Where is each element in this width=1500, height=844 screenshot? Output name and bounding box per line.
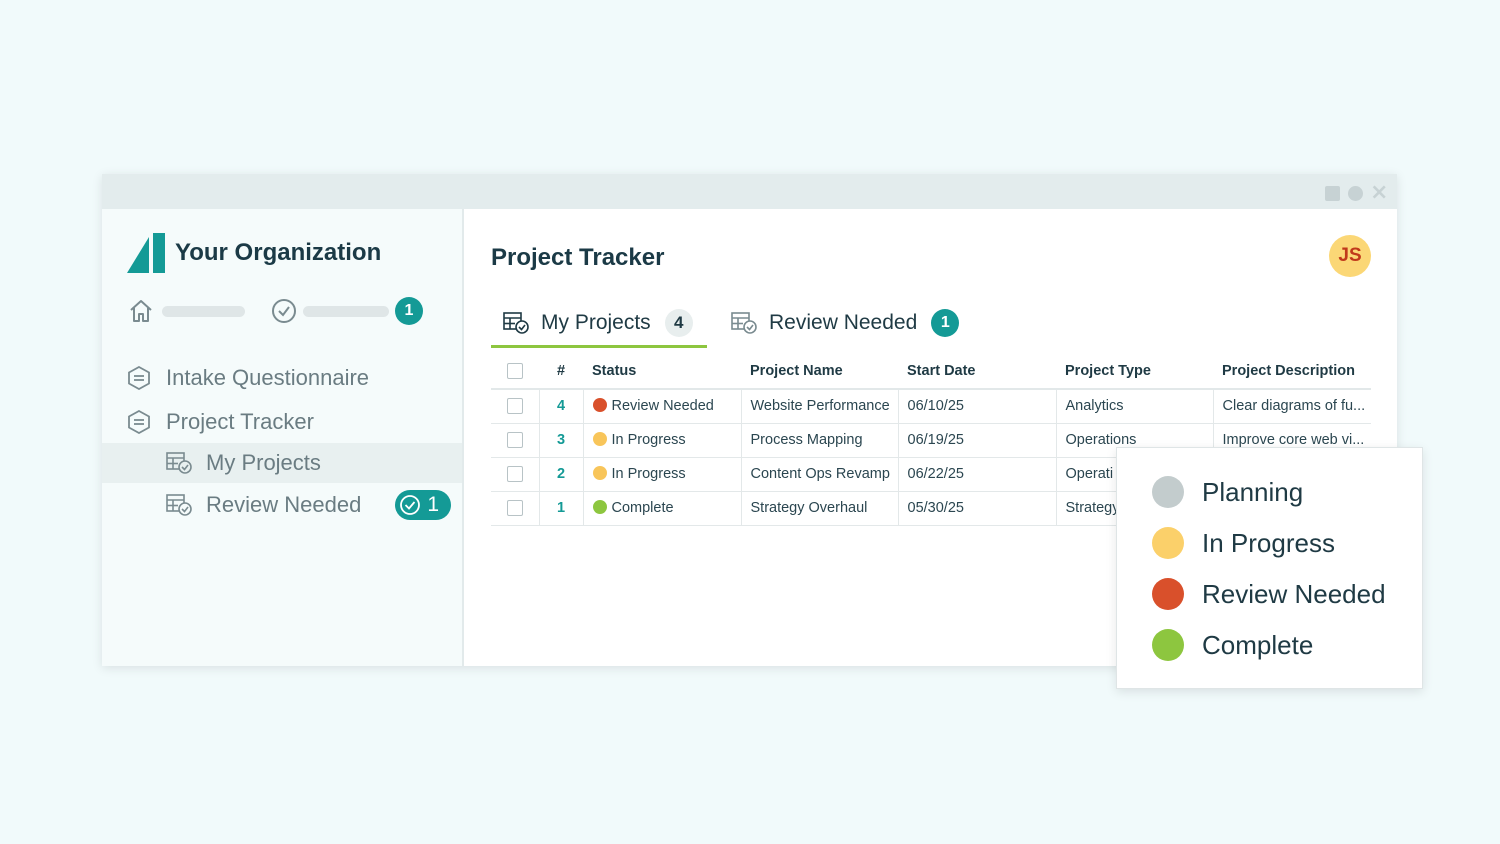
tab-bar: My Projects 4 Review Needed 1 (491, 299, 1371, 349)
select-all-checkbox[interactable] (507, 362, 523, 379)
form-icon (128, 410, 150, 434)
column-header-start-date[interactable]: Start Date (898, 353, 1056, 390)
start-date-cell: 06/22/25 (898, 457, 1057, 492)
legend-label: Review Needed (1202, 578, 1386, 609)
legend-item-review-needed: Review Needed (1152, 578, 1386, 610)
select-all-cell (491, 353, 539, 390)
table-row[interactable]: 4 Review Needed Website Performance 06/1… (491, 389, 1371, 424)
sidebar-item-intake-questionnaire[interactable]: Intake Questionnaire (102, 359, 462, 397)
home-icon[interactable] (128, 299, 154, 323)
check-circle-icon (400, 495, 421, 515)
notification-badge: 1 (395, 297, 423, 325)
row-number: 1 (539, 491, 584, 526)
tab-label: My Projects (541, 311, 651, 334)
legend-color-dot (1152, 629, 1184, 661)
sidebar-item-project-tracker[interactable]: Project Tracker (102, 403, 462, 441)
maximize-button[interactable] (1348, 186, 1363, 201)
project-name-cell: Content Ops Revamp (741, 457, 899, 492)
row-checkbox[interactable] (507, 500, 523, 517)
sidebar-item-my-projects[interactable]: My Projects (102, 443, 462, 483)
row-select-cell (491, 423, 540, 458)
start-date-cell: 06/10/25 (898, 389, 1057, 424)
sidebar-item-label: Project Tracker (166, 409, 314, 434)
project-name-cell: Website Performance (741, 389, 899, 424)
column-header-project-name[interactable]: Project Name (741, 353, 898, 390)
tab-label: Review Needed (769, 311, 918, 334)
table-check-icon (166, 494, 192, 516)
project-description-cell: Clear diagrams of fu... (1213, 389, 1371, 424)
title-bar: × (102, 174, 1397, 209)
status-cell: In Progress (583, 423, 742, 458)
review-needed-badge: 1 (395, 490, 451, 520)
project-name-cell: Process Mapping (741, 423, 899, 458)
table-header-row: # Status Project Name Start Date Project… (491, 353, 1371, 390)
organization-name: Your Organization (175, 239, 382, 266)
legend-label: In Progress (1202, 527, 1335, 558)
active-tab-indicator (491, 345, 707, 348)
start-date-cell: 05/30/25 (898, 491, 1057, 526)
sidebar-item-review-needed[interactable]: Review Needed 1 (102, 485, 462, 525)
row-select-cell (491, 457, 540, 492)
avatar[interactable]: JS (1329, 235, 1371, 277)
close-button[interactable]: × (1370, 182, 1388, 204)
table-check-icon (166, 452, 192, 474)
legend-label: Complete (1202, 629, 1314, 660)
status-legend: Planning In Progress Review Needed Compl… (1116, 447, 1423, 689)
row-select-cell (491, 389, 540, 424)
legend-color-dot (1152, 578, 1184, 610)
status-cell: Complete (583, 491, 742, 526)
status-dot (592, 398, 607, 413)
column-header-project-type[interactable]: Project Type (1056, 353, 1213, 390)
minimize-button[interactable] (1325, 186, 1340, 201)
tab-count-badge: 4 (664, 309, 693, 337)
status-text: In Progress (611, 432, 686, 448)
organization-header: Your Organization (127, 233, 381, 273)
column-header-number[interactable]: # (539, 353, 583, 390)
status-text: Complete (611, 500, 674, 516)
check-circle-icon[interactable] (271, 298, 297, 324)
row-number: 2 (539, 457, 584, 492)
sidebar: Your Organization 1 Intake Questionnaire (102, 209, 464, 666)
column-header-project-description[interactable]: Project Description (1213, 353, 1371, 390)
status-dot (592, 466, 607, 480)
status-text: Review Needed (611, 398, 714, 415)
column-header-status[interactable]: Status (583, 353, 741, 390)
legend-item-complete: Complete (1152, 629, 1313, 661)
legend-label: Planning (1202, 476, 1304, 507)
legend-color-dot (1152, 527, 1184, 559)
legend-color-dot (1152, 476, 1184, 508)
status-cell: Review Needed (583, 389, 742, 424)
status-text: In Progress (611, 466, 686, 482)
tab-review-needed[interactable]: Review Needed 1 (731, 299, 960, 347)
row-number: 4 (539, 389, 584, 424)
row-checkbox[interactable] (507, 398, 523, 415)
status-dot (592, 432, 607, 446)
row-checkbox[interactable] (507, 466, 523, 483)
project-type-cell: Analytics (1056, 389, 1214, 424)
status-dot (592, 500, 607, 514)
sidebar-item-label: Review Needed (206, 492, 362, 517)
quick-bar: 1 (128, 297, 423, 325)
review-progress-bar (303, 305, 389, 317)
sidebar-item-label: My Projects (206, 450, 321, 475)
home-progress-bar (162, 305, 245, 317)
tab-count-badge: 1 (931, 309, 960, 337)
row-select-cell (491, 491, 540, 526)
form-icon (128, 366, 150, 390)
sidebar-item-label: Intake Questionnaire (166, 365, 370, 390)
table-check-icon (503, 312, 529, 334)
badge-count: 1 (427, 493, 439, 516)
row-checkbox[interactable] (507, 432, 523, 449)
organization-logo-icon (127, 233, 165, 273)
legend-item-in-progress: In Progress (1152, 527, 1335, 559)
start-date-cell: 06/19/25 (898, 423, 1057, 458)
tab-my-projects[interactable]: My Projects 4 (503, 299, 693, 347)
row-number: 3 (539, 423, 584, 458)
page-title: Project Tracker (491, 244, 665, 271)
project-name-cell: Strategy Overhaul (741, 491, 899, 526)
legend-item-planning: Planning (1152, 476, 1303, 508)
status-cell: In Progress (583, 457, 742, 492)
table-check-icon (731, 312, 757, 334)
